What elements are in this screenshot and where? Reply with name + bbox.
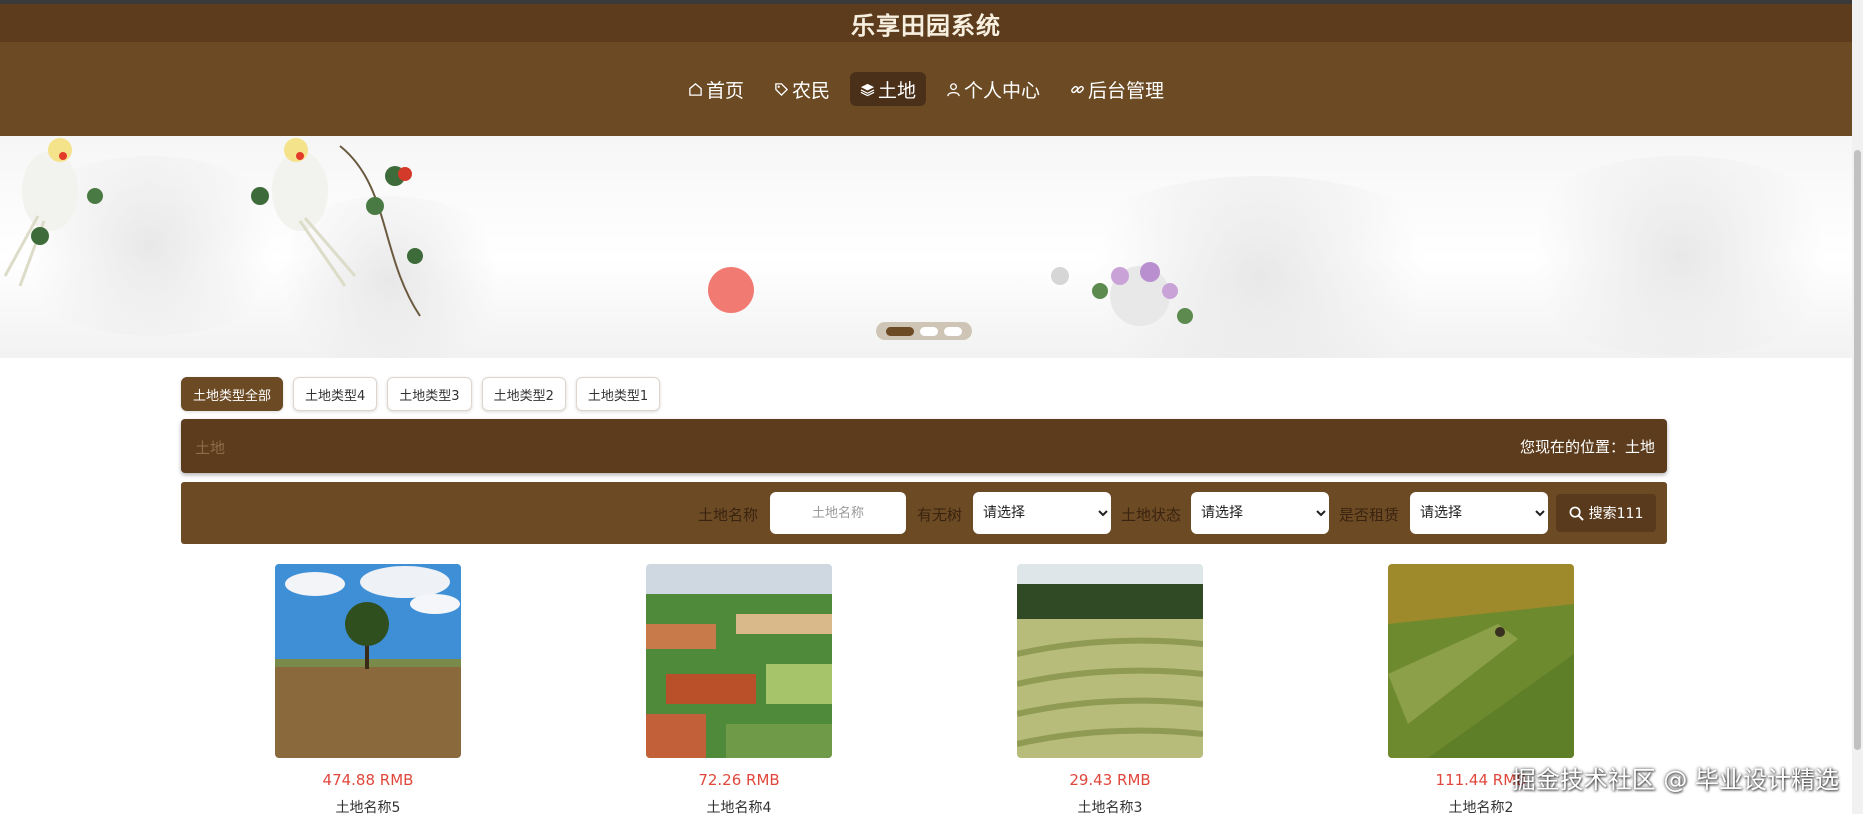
land-name-label: 土地名称 — [698, 506, 759, 524]
land-photo — [1388, 564, 1574, 758]
stack-icon — [860, 83, 875, 96]
nav-item-label: 农民 — [791, 79, 830, 102]
section-title: 土地 — [195, 439, 226, 457]
hero-banner[interactable] — [0, 136, 1852, 358]
carousel-dot[interactable] — [886, 326, 914, 336]
link-icon — [1071, 85, 1084, 93]
watermark: 掘金技术社区 @ 毕业设计精选 — [1511, 766, 1839, 794]
nav-item-label: 个人中心 — [964, 79, 1041, 102]
search-button-label: 搜索111 — [1588, 506, 1644, 522]
land-card-image[interactable] — [646, 564, 832, 758]
nav-item-label: 土地 — [877, 79, 916, 102]
land-price: 474.88 RMB — [322, 771, 414, 789]
breadcrumb: 您现在的位置：土地 — [1519, 438, 1655, 456]
land-price: 29.43 RMB — [1069, 771, 1151, 789]
land-status-label: 土地状态 — [1121, 506, 1182, 524]
carousel-dot[interactable] — [944, 326, 962, 336]
land-type-tabs: 土地类型全部 土地类型4 土地类型3 土地类型2 土地类型1 — [181, 377, 661, 411]
land-status-select[interactable]: 请选择 — [1191, 492, 1329, 534]
land-card[interactable]: 474.88 RMB 土地名称5 — [275, 564, 461, 817]
home-icon — [689, 82, 702, 96]
nav-item-farmers[interactable]: 农民 — [764, 72, 840, 106]
main-nav: 首页 农民 土地 个人中心 后台管理 — [0, 70, 1852, 108]
tab-land-type-1[interactable]: 土地类型1 — [575, 377, 661, 411]
land-price: 72.26 RMB — [698, 771, 780, 789]
banner-flowers-illustration — [1051, 262, 1193, 326]
land-name: 土地名称2 — [1448, 800, 1514, 816]
search-bar: 土地名称 有无树 请选择 土地状态 请选择 是否租赁 请选择 搜索111 — [181, 482, 1667, 544]
tab-land-type-all[interactable]: 土地类型全部 — [181, 377, 284, 411]
land-photo — [646, 564, 832, 758]
nav-item-land[interactable]: 土地 — [849, 72, 926, 106]
banner-birds-illustration — [3, 138, 423, 317]
tab-land-type-3[interactable]: 土地类型3 — [387, 377, 472, 411]
site-title: 乐享田园系统 — [0, 4, 1852, 42]
trees-label: 有无树 — [917, 506, 963, 524]
cursor-highlight — [708, 267, 754, 313]
trees-select[interactable]: 请选择 — [973, 492, 1111, 534]
land-photo — [1017, 564, 1203, 758]
tab-land-type-4[interactable]: 土地类型4 — [293, 377, 378, 411]
carousel-indicators — [876, 322, 972, 340]
rented-select[interactable]: 请选择 — [1410, 492, 1548, 534]
nav-item-profile[interactable]: 个人中心 — [936, 72, 1050, 106]
land-card-image[interactable] — [275, 564, 461, 758]
land-name: 土地名称3 — [1077, 800, 1143, 816]
nav-item-home[interactable]: 首页 — [678, 72, 754, 106]
nav-item-label: 后台管理 — [1088, 79, 1165, 102]
scrollbar-thumb[interactable] — [1854, 150, 1861, 750]
site-header: 乐享田园系统 首页 农民 土地 个人中心 后台管理 — [0, 4, 1852, 136]
banner-cloud — [1500, 156, 1852, 356]
user-icon — [947, 82, 960, 96]
land-card[interactable]: 72.26 RMB 土地名称4 — [646, 564, 832, 817]
land-name: 土地名称4 — [706, 800, 772, 816]
tab-land-type-2[interactable]: 土地类型2 — [481, 377, 566, 411]
land-name-input[interactable] — [770, 492, 906, 534]
breadcrumb-bar: 土地 您现在的位置：土地 — [181, 419, 1667, 473]
carousel-dot[interactable] — [920, 326, 938, 336]
nav-item-admin[interactable]: 后台管理 — [1060, 72, 1174, 106]
land-card[interactable]: 29.43 RMB 土地名称3 — [1017, 564, 1203, 817]
land-photo — [275, 564, 461, 758]
tag-icon — [775, 82, 789, 96]
search-icon — [1569, 506, 1584, 521]
land-name: 土地名称5 — [335, 800, 401, 816]
land-card-image[interactable] — [1388, 564, 1574, 758]
page-scrollbar[interactable] — [1852, 0, 1863, 814]
search-button[interactable]: 搜索111 — [1556, 494, 1656, 532]
rented-label: 是否租赁 — [1339, 506, 1400, 524]
nav-item-label: 首页 — [705, 79, 744, 102]
land-card-image[interactable] — [1017, 564, 1203, 758]
